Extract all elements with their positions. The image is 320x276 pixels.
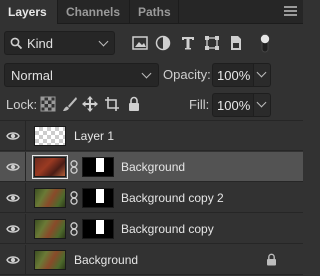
fill-dropdown-button[interactable] <box>254 93 271 117</box>
layer-name[interactable]: Background <box>121 160 185 174</box>
blend-mode-value: Normal <box>11 68 53 83</box>
chevron-down-icon <box>141 68 152 79</box>
layer-mask-thumbnail[interactable] <box>82 157 114 177</box>
visibility-toggle[interactable] <box>0 121 26 151</box>
layer-name[interactable]: Layer 1 <box>74 129 114 143</box>
shape-layer-filter-icon[interactable] <box>204 35 220 51</box>
lock-position-icon[interactable] <box>82 96 98 112</box>
panel-menu-icon[interactable] <box>284 6 297 17</box>
visibility-toggle[interactable] <box>0 245 26 275</box>
layer-thumbnail[interactable] <box>32 155 68 179</box>
eye-icon <box>6 256 20 264</box>
layer-mask-thumbnail[interactable] <box>82 188 114 208</box>
opacity-label: Opacity: <box>163 67 211 82</box>
blend-mode-row: Normal Opacity: 100% <box>0 63 303 87</box>
eye-icon <box>6 225 20 233</box>
layers-list: Layer 1 Background Background copy 2 Bac… <box>0 121 303 276</box>
visibility-toggle[interactable] <box>0 183 26 213</box>
layer-mask-thumbnail[interactable] <box>82 219 114 239</box>
lock-label: Lock: <box>6 97 38 112</box>
search-icon <box>10 37 23 50</box>
link-chain-icon[interactable] <box>69 191 79 205</box>
layer-row-selected[interactable]: Background <box>0 152 303 182</box>
layer-name[interactable]: Background <box>74 253 138 267</box>
lock-all-icon[interactable] <box>128 96 140 112</box>
blend-mode-dropdown[interactable]: Normal <box>4 63 159 87</box>
panel-tab-bar: Layers Channels Paths <box>0 0 303 25</box>
visibility-toggle[interactable] <box>0 152 26 182</box>
eye-icon <box>6 132 20 140</box>
pixel-layer-filter-icon[interactable] <box>132 35 148 51</box>
tab-channels[interactable]: Channels <box>57 0 129 24</box>
filter-kind-label: Kind <box>27 36 54 51</box>
tab-layers[interactable]: Layers <box>0 0 57 25</box>
opacity-value: 100% <box>217 68 251 83</box>
fill-label: Fill: <box>189 97 210 112</box>
lock-image-pixels-icon[interactable] <box>62 96 78 112</box>
link-chain-icon[interactable] <box>69 222 79 236</box>
layer-row[interactable]: Background <box>0 245 303 275</box>
lock-icon[interactable] <box>266 253 277 266</box>
eye-icon <box>6 163 20 171</box>
chevron-down-icon <box>98 36 109 47</box>
adjustment-layer-filter-icon[interactable] <box>155 35 171 51</box>
layer-filter-row: Kind <box>0 31 303 57</box>
layer-thumbnail[interactable] <box>34 126 66 146</box>
lock-row: Lock: Fill: 100% <box>0 93 303 117</box>
layer-name[interactable]: Background copy 2 <box>121 191 224 205</box>
fill-value: 100% <box>217 98 251 113</box>
opacity-field[interactable]: 100% <box>212 63 254 87</box>
lock-transparent-pixels-icon[interactable] <box>40 96 56 112</box>
layer-name[interactable]: Background copy <box>121 222 214 236</box>
smart-object-filter-icon[interactable] <box>228 35 244 51</box>
layer-row[interactable]: Background copy 2 <box>0 183 303 213</box>
layer-thumbnail[interactable] <box>34 219 66 239</box>
chevron-down-icon <box>256 67 267 78</box>
filter-kind-dropdown[interactable]: Kind <box>4 31 115 55</box>
filter-toggle-icon[interactable] <box>259 33 271 53</box>
layer-row[interactable]: Layer 1 <box>0 121 303 151</box>
chevron-down-icon <box>256 97 267 108</box>
eye-icon <box>6 194 20 202</box>
visibility-toggle[interactable] <box>0 214 26 244</box>
layer-row[interactable]: Background copy <box>0 214 303 244</box>
layer-thumbnail[interactable] <box>34 250 66 270</box>
opacity-dropdown-button[interactable] <box>254 63 271 87</box>
layer-thumbnail[interactable] <box>34 188 66 208</box>
tab-paths[interactable]: Paths <box>129 0 179 24</box>
link-chain-icon[interactable] <box>69 160 79 174</box>
lock-artboard-icon[interactable] <box>104 96 120 112</box>
fill-field[interactable]: 100% <box>212 93 254 117</box>
type-layer-filter-icon[interactable] <box>180 35 196 51</box>
